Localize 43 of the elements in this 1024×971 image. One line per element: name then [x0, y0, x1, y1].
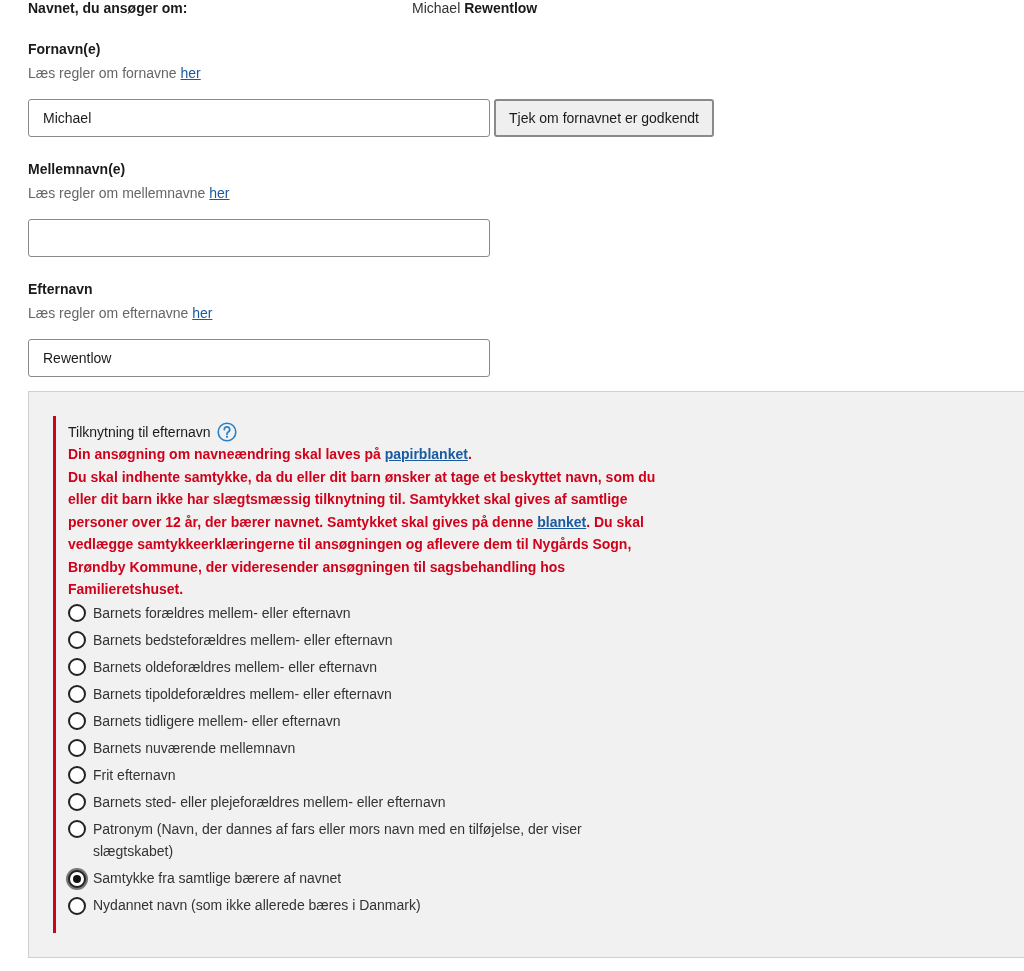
rules-link[interactable]: her — [209, 185, 230, 201]
option-label[interactable]: Barnets forældres mellem- eller efternavn — [93, 601, 351, 624]
option-label[interactable]: Barnets bedsteforældres mellem- eller efternavn — [93, 628, 393, 651]
check-name-button[interactable]: Tjek om fornavnet er godkendt — [494, 99, 714, 137]
form-link[interactable]: papirblanket — [384, 446, 468, 462]
radio-button[interactable] — [68, 631, 86, 649]
radio-button[interactable] — [68, 604, 86, 622]
panel-title: Tilknytning til efternavn — [68, 423, 211, 442]
radio-button[interactable] — [68, 793, 86, 811]
radio-button[interactable] — [68, 658, 86, 676]
option-label[interactable]: Nydannet navn (som ikke allerede bæres i Danmark) — [93, 894, 421, 917]
radio-button[interactable] — [68, 869, 86, 888]
error-message: Din ansøgning om navneændring skal laves på papirblanket. — [68, 445, 473, 464]
field-label: Mellemnavn(e) — [28, 160, 126, 179]
hint-text: Læs regler om fornavne her — [28, 64, 201, 83]
help-icon[interactable] — [216, 422, 237, 442]
radio-button[interactable] — [68, 896, 86, 915]
radio-button[interactable] — [68, 766, 86, 784]
form-link[interactable]: blanket — [537, 513, 587, 530]
radio-button[interactable] — [68, 739, 86, 757]
option-label[interactable]: Barnets sted- eller plejeforældres mellem- eller efternavn — [93, 790, 446, 813]
summary-value: Michael Rewentlow — [412, 0, 538, 17]
hint-text: Læs regler om mellemnavne her — [28, 184, 230, 203]
radio-button[interactable] — [68, 685, 86, 703]
field-label: Efternavn — [28, 280, 93, 299]
option-label[interactable]: Samtykke fra samtlige bærere af navnet — [93, 867, 342, 890]
text-field[interactable] — [28, 219, 490, 257]
rules-link[interactable]: her — [192, 305, 213, 321]
option-label[interactable]: Barnets tipoldeforældres mellem- eller efternavn — [93, 682, 392, 705]
text-field[interactable]: Michael — [28, 99, 490, 137]
radio-button[interactable] — [68, 712, 86, 730]
option-label[interactable]: Frit efternavn — [93, 763, 176, 786]
option-label[interactable]: Barnets oldeforældres mellem- eller efternavn — [93, 655, 377, 678]
option-label[interactable]: Patronym (Navn, der dannes af fars eller mors navn med en tilføjelse, der viser slægtskabet) — [93, 817, 658, 863]
summary-label: Navnet, du ansøger om: — [28, 0, 189, 17]
error-message: Du skal indhente samtykke, da du eller dit barn ønsker at tage et beskyttet navn, som du eller dit barn ikke har slægtsmæssig tilknytning til. Samtykket skal gives af samtlige personer over 12 år, der bærer navnet. Samtykket skal gives på denne blanket. Du skal vedlægge samtykkeerklæringerne til ansøgningen og aflevere dem til Nygårds Sogn, Brøndby Kommune, der videresender ansøgningen til sagsbehandling hos Familieretshuset. — [68, 467, 657, 599]
option-label[interactable]: Barnets tidligere mellem- eller efternavn — [93, 709, 341, 732]
text-field[interactable]: Rewentlow — [28, 339, 490, 377]
hint-text: Læs regler om efternavne her — [28, 304, 213, 323]
rules-link[interactable]: her — [180, 65, 201, 81]
radio-button[interactable] — [68, 820, 86, 838]
option-label[interactable]: Barnets nuværende mellemnavn — [93, 736, 296, 759]
field-label: Fornavn(e) — [28, 40, 101, 59]
